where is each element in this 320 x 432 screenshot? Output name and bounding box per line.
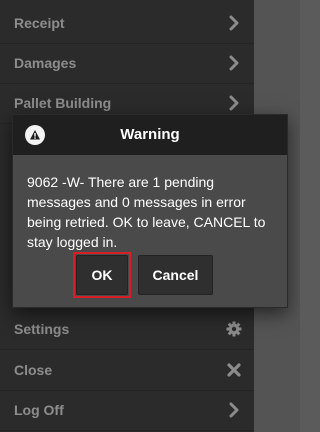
warning-dialog: Warning 9062 -W- There are 1 pending mes…: [12, 114, 288, 308]
cancel-button[interactable]: Cancel: [138, 255, 213, 295]
ok-button[interactable]: OK: [73, 252, 131, 298]
focus-highlight: [73, 252, 131, 298]
app-screen: Receipt Damages Pallet Building Settings: [0, 0, 300, 432]
dialog-header: Warning: [13, 115, 287, 155]
dialog-title: Warning: [120, 126, 180, 143]
dialog-message: 9062 -W- There are 1 pending messages an…: [27, 174, 266, 250]
cancel-button-label: Cancel: [152, 267, 199, 283]
